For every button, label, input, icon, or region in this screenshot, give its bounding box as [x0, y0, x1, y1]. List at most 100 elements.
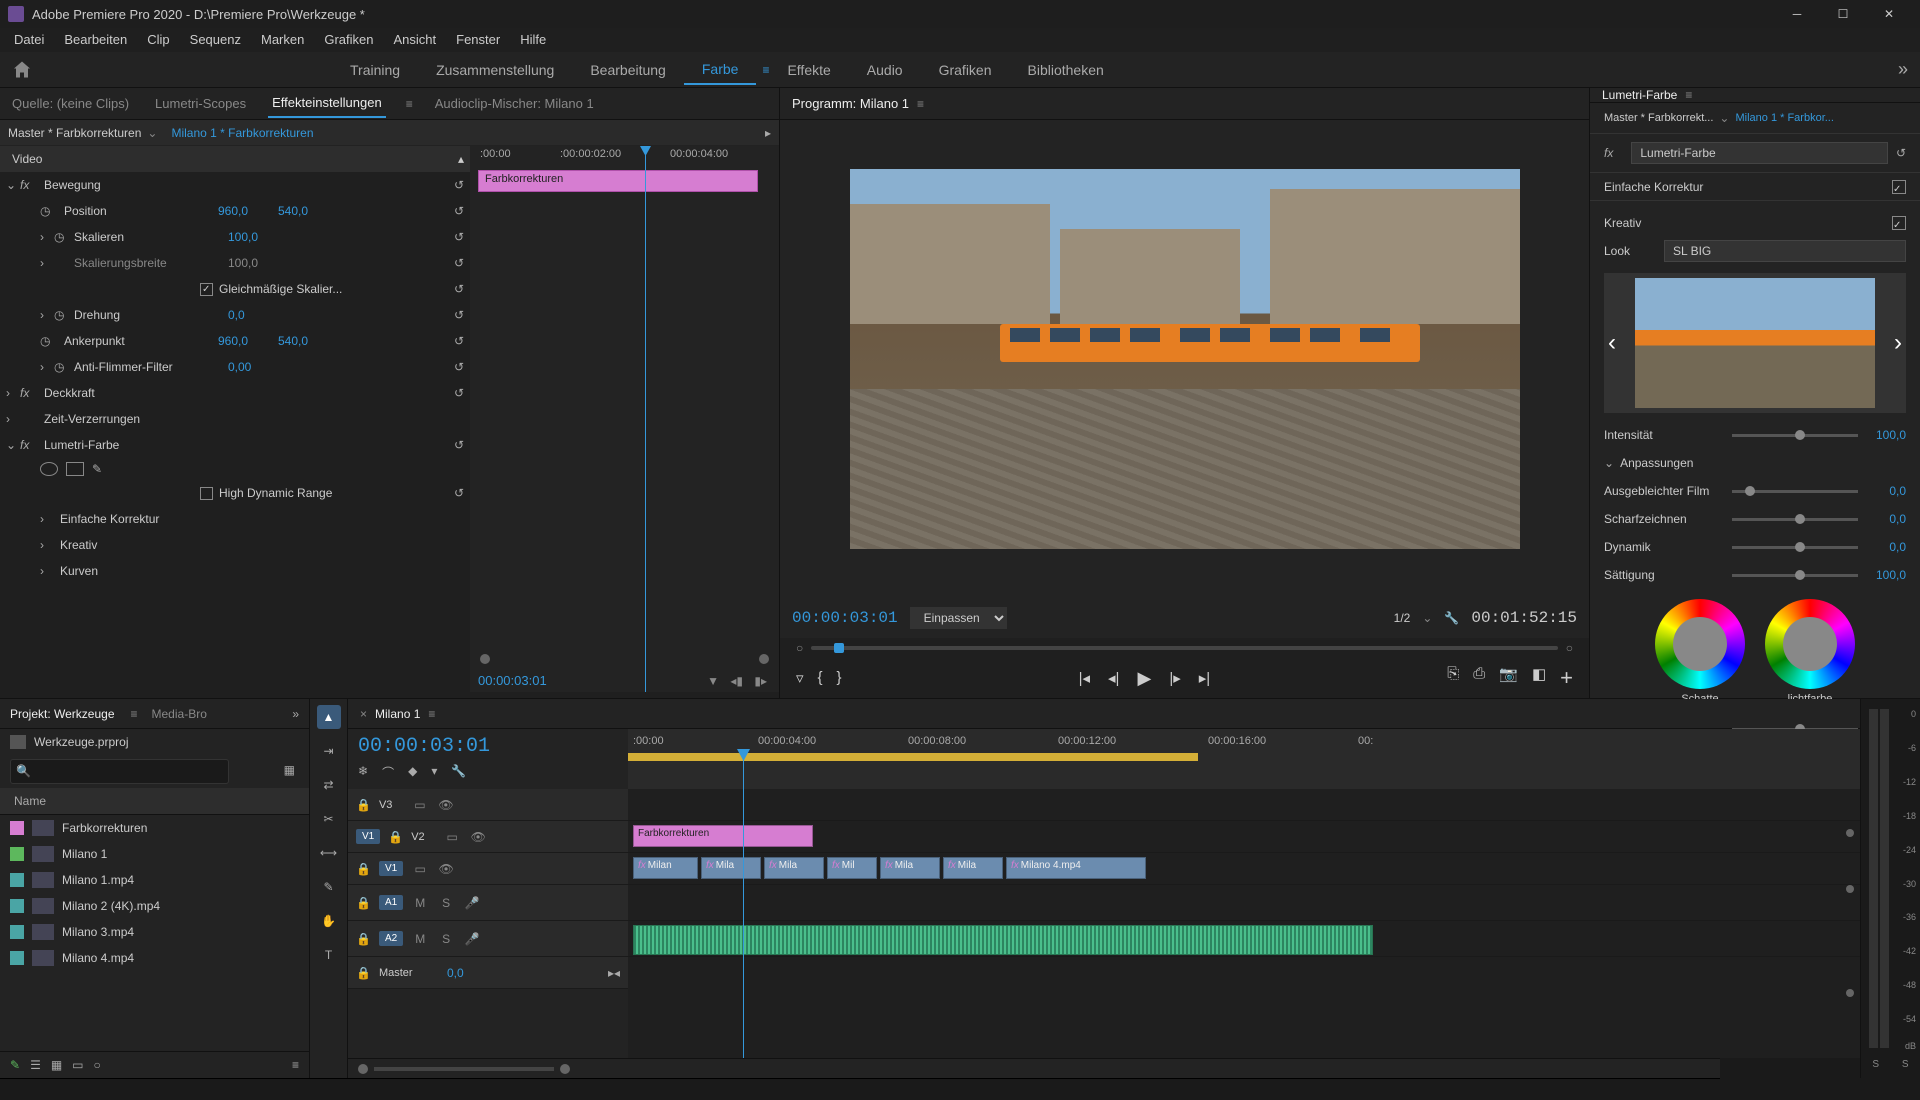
solo-icon[interactable]: S — [437, 932, 455, 946]
overflow-icon[interactable]: » — [292, 707, 299, 721]
twist-icon[interactable]: ⌄ — [1604, 456, 1614, 470]
page-dropdown-icon[interactable]: ⌄ — [1422, 611, 1432, 625]
add-button[interactable]: + — [1560, 665, 1573, 691]
master-link[interactable]: Master * Farbkorrekturen — [8, 126, 141, 140]
scrub-out-left[interactable]: ○ — [796, 641, 803, 655]
asset-row[interactable]: Milano 1 — [0, 841, 309, 867]
solo-icon[interactable]: S — [437, 896, 455, 910]
ws-training[interactable]: Training — [332, 56, 418, 84]
wrench-icon[interactable]: 🔧 — [1444, 611, 1459, 625]
reset-icon[interactable]: ↺ — [454, 256, 464, 270]
reset-icon[interactable]: ↺ — [454, 438, 464, 452]
clip-video[interactable]: fxMil — [827, 857, 877, 879]
reset-icon[interactable]: ↺ — [454, 486, 464, 500]
lock-icon[interactable]: 🔒 — [356, 896, 371, 910]
toggle-output-icon[interactable]: ▭ — [443, 830, 461, 844]
panel-menu-icon[interactable]: ≡ — [406, 97, 413, 111]
ws-biblio[interactable]: Bibliotheken — [1010, 56, 1122, 84]
mask-ellipse-icon[interactable] — [40, 462, 58, 476]
panel-menu-icon[interactable]: ≡ — [131, 707, 138, 721]
prev-look-icon[interactable]: ‹ — [1604, 329, 1620, 357]
prop-zeit[interactable]: Zeit-Verzerrungen — [38, 412, 198, 426]
menu-hilfe[interactable]: Hilfe — [510, 28, 556, 52]
lock-icon[interactable]: 🔒 — [356, 966, 371, 980]
reset-icon[interactable]: ↺ — [454, 204, 464, 218]
twist-icon[interactable]: › — [6, 386, 20, 400]
tab-media[interactable]: Media-Bro — [152, 707, 207, 721]
camera-icon[interactable]: 📷 — [1499, 665, 1518, 691]
panel-menu-icon[interactable]: ≡ — [1685, 88, 1692, 102]
lum-einfache[interactable]: Einfache Korrektur — [1604, 180, 1892, 194]
timeline-playhead[interactable] — [743, 749, 744, 789]
timeline-timecode[interactable]: 00:00:03:01 — [358, 735, 618, 758]
step-fwd-icon[interactable]: |▸ — [1169, 669, 1180, 687]
track-v2[interactable]: V2 — [411, 831, 435, 843]
asset-row[interactable]: Milano 4.mp4 — [0, 945, 309, 971]
stopwatch-icon[interactable]: ◷ — [54, 308, 68, 322]
reset-icon[interactable]: ↺ — [454, 178, 464, 192]
timeline-tracks[interactable]: Farbkorrekturen fxMilan fxMila fxMila fx… — [628, 789, 1860, 1058]
expand-icon[interactable]: ▸◂ — [608, 966, 620, 980]
icon-view-icon[interactable]: ▦ — [51, 1058, 62, 1072]
menu-marken[interactable]: Marken — [251, 28, 314, 52]
twist-icon[interactable]: › — [40, 230, 54, 244]
fx-icon[interactable]: fx — [20, 178, 38, 192]
master-val[interactable]: 0,0 — [447, 966, 464, 980]
extract-icon[interactable]: ⎙ — [1473, 665, 1485, 691]
twist-icon[interactable]: ⌄ — [6, 438, 20, 452]
ws-farbe[interactable]: Farbe — [684, 55, 757, 85]
go-to-out-icon[interactable]: ▸| — [1199, 669, 1210, 687]
shadow-wheel[interactable] — [1655, 599, 1745, 689]
asset-row[interactable]: Farbkorrekturen — [0, 815, 309, 841]
clip-link[interactable]: Milano 1 * Farbkorrekturen — [171, 126, 313, 140]
program-tab[interactable]: Programm: Milano 1 — [792, 96, 909, 111]
linked-sel-icon[interactable]: ⌒ — [382, 764, 394, 781]
menu-grafiken[interactable]: Grafiken — [314, 28, 383, 52]
twist-icon[interactable]: › — [40, 538, 54, 552]
current-timecode[interactable]: 00:00:03:01 — [792, 609, 898, 627]
stopwatch-icon[interactable]: ◷ — [54, 360, 68, 374]
h-zoom-track[interactable] — [374, 1067, 554, 1071]
lock-icon[interactable]: 🔒 — [388, 830, 403, 844]
asset-row[interactable]: Milano 2 (4K).mp4 — [0, 893, 309, 919]
clip-video[interactable]: fxMila — [880, 857, 940, 879]
clip-video[interactable]: fxMilano 4.mp4 — [1006, 857, 1146, 879]
twist-icon[interactable]: › — [40, 256, 54, 270]
collapse-icon[interactable]: ▴ — [458, 152, 464, 166]
intensitaet-value[interactable]: 100,0 — [1866, 428, 1906, 442]
playhead[interactable] — [645, 146, 646, 692]
zoom-handle-right[interactable] — [560, 1064, 570, 1074]
home-icon[interactable] — [12, 60, 32, 80]
anker-x[interactable]: 960,0 — [218, 334, 278, 348]
wrench-icon[interactable]: 🔧 — [451, 764, 466, 781]
marker-icon[interactable]: ▿ — [796, 669, 804, 687]
toggle-output-icon[interactable]: ▭ — [411, 862, 429, 876]
ws-effekte[interactable]: Effekte — [769, 56, 848, 84]
step-fwd-icon[interactable]: ▮▸ — [754, 674, 767, 688]
compare-icon[interactable]: ◧ — [1532, 665, 1546, 691]
fx-icon[interactable]: fx — [20, 386, 38, 400]
kreativ-checkbox[interactable] — [1892, 216, 1906, 230]
caret-icon[interactable]: ⌄ — [147, 126, 157, 140]
ws-zusammen[interactable]: Zusammenstellung — [418, 56, 572, 84]
ripple-tool[interactable]: ⇄ — [317, 773, 341, 797]
eye-icon[interactable]: 👁 — [437, 862, 455, 876]
lock-icon[interactable]: 🔒 — [356, 932, 371, 946]
prop-lumetri[interactable]: Lumetri-Farbe — [38, 438, 198, 452]
prop-einfache[interactable]: Einfache Korrektur — [54, 512, 214, 526]
twist-icon[interactable]: › — [40, 360, 54, 374]
drehung-val[interactable]: 0,0 — [228, 308, 288, 322]
track-v1[interactable]: V1 — [379, 861, 403, 876]
close-button[interactable]: ✕ — [1866, 0, 1912, 28]
tab-quelle[interactable]: Quelle: (keine Clips) — [8, 90, 133, 117]
new-item-icon[interactable]: ▦ — [280, 759, 299, 784]
clip-adjustment[interactable]: Farbkorrekturen — [633, 825, 813, 847]
fx-icon[interactable]: fx — [1604, 146, 1613, 160]
play-mini-icon[interactable]: ▸ — [765, 126, 771, 140]
type-tool[interactable]: T — [317, 943, 341, 967]
ausgebl-slider[interactable] — [1732, 490, 1858, 493]
scroll-handle[interactable] — [1846, 829, 1854, 837]
menu-clip[interactable]: Clip — [137, 28, 179, 52]
menu-sequenz[interactable]: Sequenz — [180, 28, 251, 52]
voice-icon[interactable]: 🎤 — [463, 896, 481, 910]
